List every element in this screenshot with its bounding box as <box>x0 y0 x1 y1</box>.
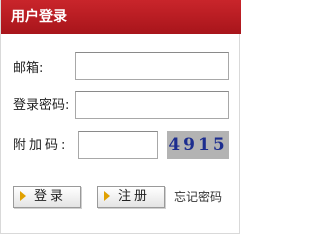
login-button[interactable]: 登录 <box>13 186 81 208</box>
login-button-label: 登录 <box>34 189 67 204</box>
email-label: 邮箱: <box>13 61 44 76</box>
register-button-label: 注册 <box>118 189 151 204</box>
captcha-label: 附加码: <box>13 138 69 153</box>
password-label: 登录密码: <box>13 98 70 113</box>
email-field[interactable] <box>75 52 229 80</box>
forgot-password-link[interactable]: 忘记密码 <box>174 189 222 205</box>
register-button[interactable]: 注册 <box>97 186 165 208</box>
captcha-field[interactable] <box>78 131 158 159</box>
arrow-right-icon <box>20 191 26 201</box>
password-field[interactable] <box>75 91 229 119</box>
panel-title: 用户登录 <box>1 0 241 34</box>
login-panel: 用户登录 邮箱: 登录密码: 附加码: 4915 登录 注册 忘记密码 <box>0 0 241 234</box>
captcha-image[interactable]: 4915 <box>167 131 229 159</box>
arrow-right-icon <box>104 191 110 201</box>
